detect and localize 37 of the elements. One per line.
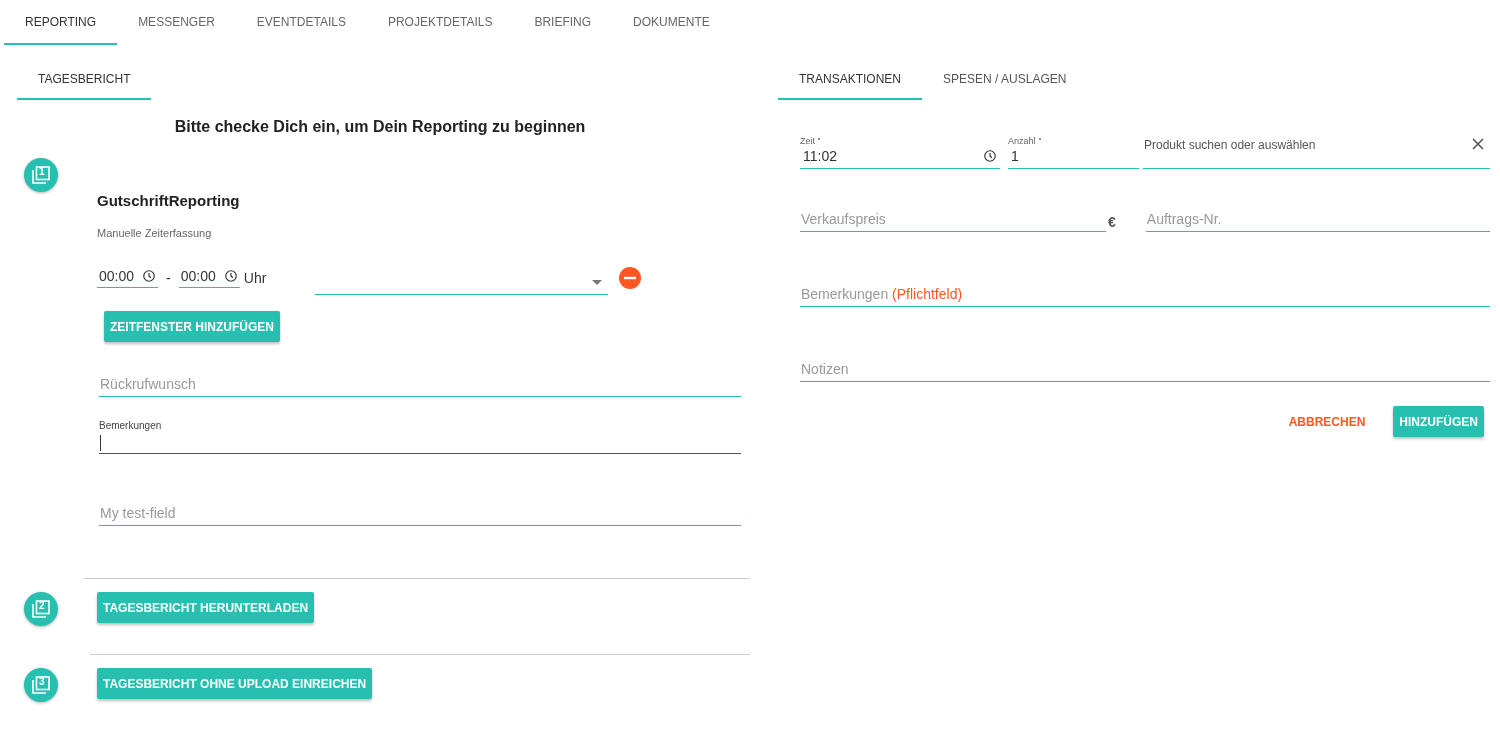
price-field[interactable]: Verkaufspreis [800, 207, 1106, 232]
remarks-field[interactable]: Bemerkungen (Pflichtfeld) [800, 282, 1490, 307]
sub-tab[interactable]: TRANSAKTIONEN [778, 60, 922, 100]
step-number-icon: 2 [24, 592, 58, 626]
step-number-icon: 3 [24, 668, 58, 702]
nav-tab[interactable]: MESSENGER [117, 0, 236, 45]
time-field[interactable]: 00:00 [178, 268, 240, 288]
nav-tab[interactable]: REPORTING [4, 0, 118, 45]
text-field[interactable]: Rückrufwunsch [99, 372, 741, 397]
notes-field[interactable]: Notizen [800, 357, 1490, 382]
clock-icon[interactable] [983, 149, 997, 163]
sub-tab[interactable]: TAGESBERICHT [17, 60, 152, 100]
time-field[interactable]: Zeit 11:02 [800, 130, 1000, 169]
remove-icon[interactable] [619, 267, 642, 289]
nav-tab[interactable]: EVENTDETAILS [235, 0, 367, 45]
close-icon[interactable] [1472, 138, 1484, 150]
step-number-icon: 1 [24, 158, 58, 192]
separator: - [166, 270, 171, 286]
product-search-field[interactable]: Produkt suchen oder auswählen [1143, 130, 1490, 169]
sub-tab[interactable]: SPESEN / AUSLAGEN [922, 60, 1088, 100]
checkin-message: Bitte checke Dich ein, um Dein Reporting zu beginnen [173, 118, 587, 136]
nav-tab[interactable]: PROJEKTDETAILS [366, 0, 514, 45]
clock-icon[interactable] [223, 269, 238, 283]
currency-label: € [1108, 214, 1116, 230]
time-field[interactable]: 00:00 [97, 268, 159, 288]
text-field[interactable]: Bemerkungen [99, 420, 741, 454]
nav-tab[interactable]: BRIEFING [513, 0, 613, 45]
clock-icon[interactable] [142, 269, 157, 283]
time-label: Manuelle Zeiterfassung [97, 227, 213, 239]
quantity-field[interactable]: Anzahl 1 [1008, 130, 1139, 169]
nav-tab[interactable]: DOKUMENTE [612, 0, 731, 45]
unit-label: Uhr [243, 270, 267, 286]
order-number-field[interactable]: Auftrags-Nr. [1145, 207, 1490, 232]
form-title: GutschriftReporting [97, 192, 241, 209]
cancel-button[interactable]: ABBRECHEN [1282, 413, 1372, 430]
dropdown-caret-icon [592, 280, 603, 285]
text-field[interactable]: My test-field [99, 501, 741, 526]
